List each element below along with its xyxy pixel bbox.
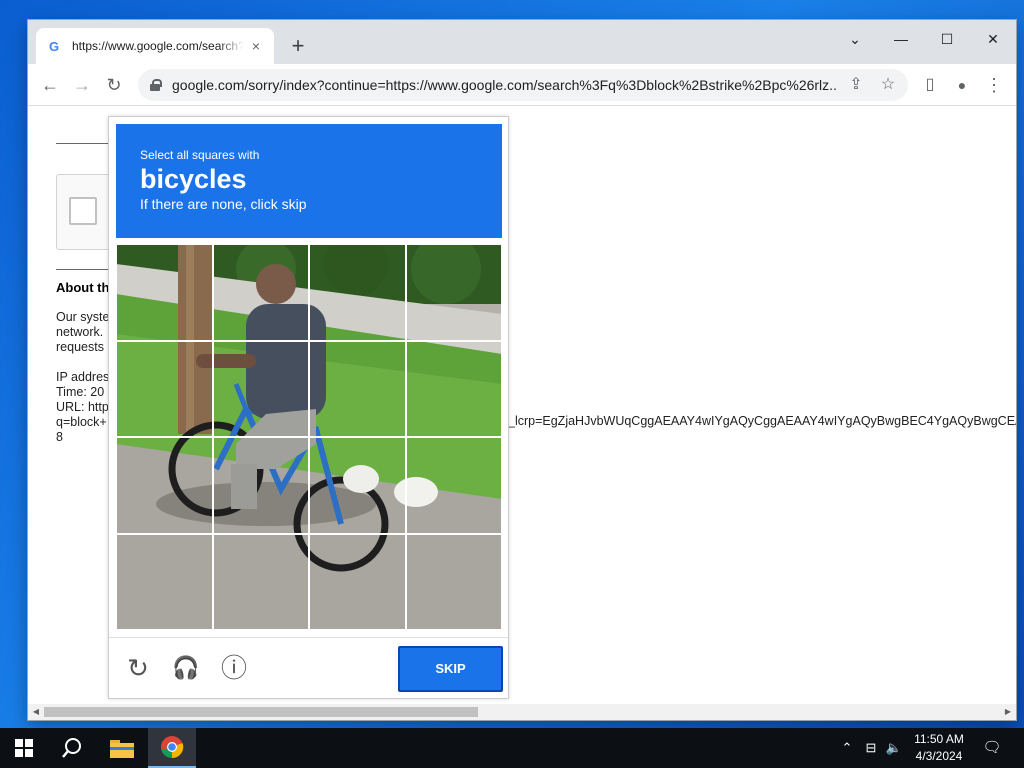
grid-tile-3-1[interactable]: [116, 437, 213, 534]
bookmark-star-icon[interactable]: ☆: [874, 71, 902, 99]
skip-button[interactable]: SKIP: [398, 646, 503, 692]
time-line: Time: 20: [56, 385, 105, 399]
grid-tile-2-1[interactable]: [116, 340, 213, 437]
share-icon[interactable]: ⇪: [842, 71, 870, 99]
query-line: q=block+: [56, 415, 107, 429]
divider-middle: [56, 269, 116, 270]
start-button[interactable]: [0, 728, 48, 768]
scroll-right-arrow-icon[interactable]: ▶: [1000, 704, 1016, 720]
clock-time: 11:50 AM: [914, 732, 964, 746]
chrome-icon: [161, 736, 184, 759]
paragraph-line: Our syste: [56, 310, 110, 324]
google-favicon-icon: G: [48, 38, 60, 54]
grid-tile-1-1[interactable]: [116, 244, 213, 341]
volume-muted-icon[interactable]: 🔈: [884, 728, 904, 768]
search-button[interactable]: [48, 728, 96, 768]
grid-tile-3-4[interactable]: [405, 437, 502, 534]
tab-strip: G https://www.google.com/search?q=block+…: [28, 20, 1016, 64]
address-url[interactable]: google.com/sorry/index?continue=https://…: [172, 77, 838, 93]
grid-tile-1-4[interactable]: [405, 244, 502, 341]
grid-tile-4-2[interactable]: [212, 533, 309, 630]
grid-tile-1-3[interactable]: [309, 244, 406, 341]
captcha-subtitle: If there are none, click skip: [140, 196, 307, 212]
browser-toolbar: ← → ↻ google.com/sorry/index?continue=ht…: [28, 64, 1016, 106]
minimize-button[interactable]: —: [878, 24, 924, 54]
ip-line: IP addres: [56, 370, 110, 384]
network-icon[interactable]: ⊟: [860, 728, 882, 768]
captcha-instruction: Select all squares with: [140, 148, 260, 162]
grid-tile-2-3[interactable]: [309, 340, 406, 437]
reload-challenge-icon[interactable]: ↻: [123, 653, 153, 683]
grid-tile-4-1[interactable]: [116, 533, 213, 630]
page-content: About th Our syste network. requests IP …: [28, 106, 1016, 706]
browser-tab[interactable]: G https://www.google.com/search?q=block+…: [36, 28, 274, 64]
side-panel-button[interactable]: ▯: [916, 71, 944, 99]
grid-tile-4-4[interactable]: [405, 533, 502, 630]
file-explorer-button[interactable]: [98, 728, 146, 768]
windows-taskbar: ⌃ ⊟ 🔈 11:50 AM 4/3/2024 🗨: [0, 728, 1024, 768]
url-continuation: _lcrp=EgZjaHJvbWUqCggAEAAY4wIYgAQyCggAEA…: [508, 414, 1016, 428]
tray-chevron-icon[interactable]: ⌃: [838, 728, 856, 768]
captcha-image-grid: [116, 244, 502, 630]
divider-top: [56, 143, 116, 144]
search-icon: [62, 738, 81, 758]
grid-tile-1-2[interactable]: [212, 244, 309, 341]
chrome-window: G https://www.google.com/search?q=block+…: [28, 20, 1016, 720]
tab-search-button[interactable]: ⌄: [832, 24, 878, 54]
clock-date: 4/3/2024: [915, 749, 963, 763]
chrome-menu-button[interactable]: ⋮: [980, 71, 1008, 99]
recaptcha-checkbox[interactable]: [69, 197, 97, 225]
url-line: URL: http: [56, 400, 109, 414]
info-icon[interactable]: ⓘ: [219, 653, 249, 683]
grid-tile-3-3[interactable]: [309, 437, 406, 534]
tab-title: https://www.google.com/search?q=block+st…: [72, 39, 244, 53]
captcha-challenge: Select all squares with bicycles If ther…: [108, 116, 509, 699]
system-clock[interactable]: 11:50 AM 4/3/2024: [906, 731, 972, 765]
about-heading: About th: [56, 280, 110, 295]
address-bar[interactable]: google.com/sorry/index?continue=https://…: [138, 69, 908, 101]
captcha-target-word: bicycles: [140, 164, 247, 194]
grid-tile-2-4[interactable]: [405, 340, 502, 437]
folder-icon: [110, 740, 134, 758]
captcha-footer: ↻ 🎧 ⓘ SKIP: [109, 637, 508, 699]
grid-tile-2-2[interactable]: [212, 340, 309, 437]
grid-tile-4-3[interactable]: [309, 533, 406, 630]
chrome-taskbar-button[interactable]: [148, 728, 196, 768]
profile-avatar-icon[interactable]: ●: [948, 71, 976, 99]
scrollbar-thumb[interactable]: [44, 707, 478, 717]
tab-close-icon[interactable]: ×: [248, 38, 264, 54]
paragraph-line: requests: [56, 340, 104, 354]
action-center-icon[interactable]: 🗨: [980, 728, 1004, 768]
windows-logo-icon: [15, 739, 33, 757]
horizontal-scrollbar[interactable]: ◀ ▶: [28, 704, 1016, 720]
lock-icon[interactable]: [150, 79, 162, 91]
scroll-left-arrow-icon[interactable]: ◀: [28, 704, 44, 720]
close-window-button[interactable]: ✕: [970, 24, 1016, 54]
grid-tile-3-2[interactable]: [212, 437, 309, 534]
forward-button[interactable]: →: [68, 71, 96, 99]
reload-button[interactable]: ↻: [100, 71, 128, 99]
extra-line: 8: [56, 430, 63, 444]
back-button[interactable]: ←: [36, 71, 64, 99]
captcha-header: Select all squares with bicycles If ther…: [116, 124, 502, 238]
audio-challenge-icon[interactable]: 🎧: [171, 653, 201, 683]
paragraph-line: network.: [56, 325, 104, 339]
maximize-button[interactable]: ☐: [924, 24, 970, 54]
new-tab-button[interactable]: +: [284, 32, 312, 60]
